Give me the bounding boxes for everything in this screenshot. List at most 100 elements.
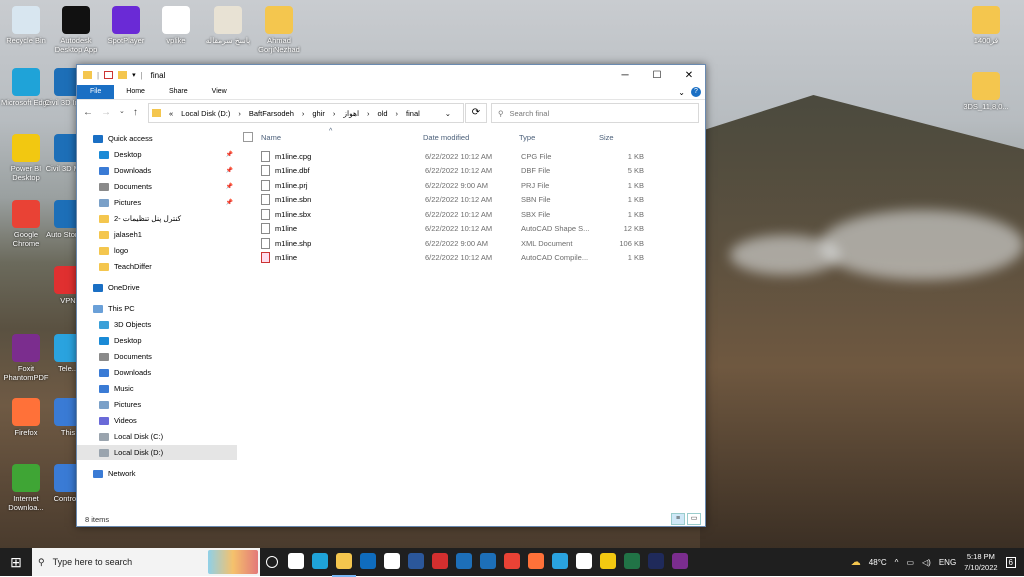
tab-view[interactable]: View <box>200 85 239 99</box>
pin-icon[interactable]: 📌 <box>226 199 233 206</box>
properties-icon[interactable] <box>104 71 114 79</box>
nav-item-videos-6[interactable]: Videos <box>77 413 237 428</box>
nav-item-local-disk-d-8[interactable]: Local Disk (D:) <box>77 445 237 460</box>
taskbar-app-icon[interactable] <box>476 547 500 575</box>
new-folder-icon[interactable] <box>118 71 128 79</box>
speaker-icon[interactable]: ◁) <box>922 558 931 567</box>
nav-item-downloads-1[interactable]: Downloads 📌 <box>77 163 237 178</box>
breadcrumb-old[interactable]: old <box>378 109 388 118</box>
nav-item-pictures-5[interactable]: Pictures <box>77 397 237 412</box>
taskbar-app-icon[interactable] <box>500 547 524 575</box>
title-bar[interactable]: | ▾ | final ─ ☐ ✕ <box>77 65 705 85</box>
nav-onedrive[interactable]: OneDrive <box>77 280 237 295</box>
nav-network[interactable]: Network <box>77 466 237 481</box>
pin-icon[interactable]: 📌 <box>226 151 233 158</box>
close-button[interactable]: ✕ <box>673 65 705 85</box>
nav-item-pictures-3[interactable]: Pictures 📌 <box>77 195 237 210</box>
column-header-name[interactable]: Name <box>261 129 281 145</box>
desktop-icon-autodesk-desktop-app[interactable]: Autodesk Desktop App <box>50 6 102 54</box>
file-row[interactable]: m1line 6/22/2022 10:12 AM AutoCAD Shape S.… <box>237 222 705 236</box>
show-hidden-icons-icon[interactable]: ^ <box>895 558 899 567</box>
chevron-right-icon[interactable]: › <box>367 109 370 118</box>
recent-locations-icon[interactable]: ⌄ <box>119 107 125 118</box>
minimize-button[interactable]: ─ <box>609 65 641 85</box>
nav-item-logo-6[interactable]: logo <box>77 243 237 258</box>
details-view-icon[interactable]: ≡ <box>671 513 685 525</box>
nav-item-music-4[interactable]: Music <box>77 381 237 396</box>
file-row[interactable]: m1line.cpg 6/22/2022 10:12 AM CPG File 1 KB <box>237 149 705 163</box>
refresh-button[interactable]: ⟳ <box>465 103 487 123</box>
large-icons-view-icon[interactable]: ▭ <box>687 513 701 525</box>
navigation-pane[interactable]: Quick access Desktop 📌 Downloads 📌 Documents 📌… <box>77 123 237 512</box>
weather-icon[interactable]: ☁ <box>851 557 861 568</box>
nav-item-desktop-1[interactable]: Desktop <box>77 333 237 348</box>
taskbar-app-icon[interactable] <box>548 547 572 575</box>
taskbar-app-icon[interactable] <box>452 547 476 575</box>
desktop-icon-1400[interactable]: فر1400 <box>960 6 1012 45</box>
desktop-icon-item[interactable]: پاسخ سرمقاله <box>202 6 254 45</box>
language-indicator[interactable]: ENG <box>939 558 956 567</box>
desktop-icon-recycle-bin[interactable]: Recycle Bin <box>0 6 52 45</box>
chevron-right-icon[interactable]: › <box>302 109 305 118</box>
tab-file[interactable]: File <box>77 85 115 99</box>
taskbar-app-icon[interactable] <box>404 547 428 575</box>
tab-home[interactable]: Home <box>114 85 157 99</box>
pin-icon[interactable]: 📌 <box>226 167 233 174</box>
address-dropdown-icon[interactable]: ⌄ <box>445 109 451 118</box>
nav-item-3d-objects-0[interactable]: 3D Objects <box>77 317 237 332</box>
expand-ribbon-icon[interactable]: ⌄ <box>678 88 685 97</box>
file-row[interactable]: m1line.prj 6/22/2022 9:00 AM PRJ File 1 KB <box>237 178 705 192</box>
taskbar-app-icon[interactable] <box>428 547 452 575</box>
nav-item-documents-2[interactable]: Documents <box>77 349 237 364</box>
taskbar-app-icon[interactable] <box>308 547 332 575</box>
start-button[interactable]: ⊞ <box>0 548 32 576</box>
column-header-type[interactable]: Type <box>519 129 535 145</box>
taskbar-app-icon[interactable] <box>332 547 356 577</box>
nav-item-2-4[interactable]: کنترل پنل تنظیمات -2 <box>77 211 237 226</box>
search-input[interactable]: ⚲ Search final <box>491 103 699 123</box>
search-highlight-image[interactable] <box>208 550 258 574</box>
forward-arrow-icon[interactable]: → <box>101 107 111 118</box>
nav-item-desktop-0[interactable]: Desktop 📌 <box>77 147 237 162</box>
file-row[interactable]: m1line.dbf 6/22/2022 10:12 AM DBF File 5 KB <box>237 164 705 178</box>
taskbar-search[interactable]: ⚲ Type here to search <box>32 548 260 576</box>
task-view-icon[interactable] <box>260 548 284 576</box>
up-arrow-icon[interactable]: ↑ <box>133 107 138 118</box>
taskbar-app-icon[interactable] <box>572 547 596 575</box>
taskbar-app-icon[interactable] <box>620 547 644 575</box>
breadcrumb-ghir[interactable]: ghir <box>312 109 325 118</box>
maximize-button[interactable]: ☐ <box>641 65 673 85</box>
pin-icon[interactable]: 📌 <box>226 183 233 190</box>
taskbar-app-icon[interactable] <box>644 547 668 575</box>
taskbar-app-icon[interactable] <box>596 547 620 575</box>
taskbar-app-icon[interactable] <box>284 547 308 575</box>
taskbar-app-icon[interactable] <box>524 547 548 575</box>
desktop-icon-vplike[interactable]: vplike <box>150 6 202 45</box>
customize-toolbar-icon[interactable]: ▾ <box>132 71 136 79</box>
taskbar-app-icon[interactable] <box>668 547 692 575</box>
clock[interactable]: 5:18 PM 7/10/2022 <box>964 551 997 573</box>
breadcrumb-local-disk-d[interactable]: Local Disk (D:) <box>181 109 230 118</box>
nav-item-documents-2[interactable]: Documents 📌 <box>77 179 237 194</box>
breadcrumb-baftfarsodeh[interactable]: BaftFarsodeh <box>249 109 294 118</box>
nav-item-downloads-3[interactable]: Downloads <box>77 365 237 380</box>
help-icon[interactable]: ? <box>691 87 701 97</box>
column-header-size[interactable]: Size <box>599 129 614 145</box>
taskbar-app-icon[interactable] <box>380 547 404 575</box>
file-row[interactable]: m1line 6/22/2022 10:12 AM AutoCAD Compile.… <box>237 251 705 265</box>
breadcrumb-ahvaz[interactable]: اهواز <box>343 109 359 118</box>
desktop-icon-3ds-11-8-0[interactable]: 3DS_11,8,0... <box>960 72 1012 111</box>
address-overflow[interactable]: « <box>169 109 173 118</box>
chevron-right-icon[interactable]: › <box>333 109 336 118</box>
weather-temp[interactable]: 48°C <box>869 558 887 567</box>
address-bar[interactable]: « Local Disk (D:) › BaftFarsodeh › ghir … <box>148 103 464 123</box>
desktop-icon-spotplayer[interactable]: SpotPlayer <box>100 6 152 45</box>
nav-item-jalaseh1-5[interactable]: jalaseh1 <box>77 227 237 242</box>
nav-quick-access[interactable]: Quick access <box>77 131 237 146</box>
tab-share[interactable]: Share <box>157 85 200 99</box>
nav-item-teachdiffer-7[interactable]: TeachDiffer <box>77 259 237 274</box>
nav-item-local-disk-c-7[interactable]: Local Disk (C:) <box>77 429 237 444</box>
notification-icon[interactable]: 6 <box>1005 556 1016 568</box>
file-row[interactable]: m1line.sbn 6/22/2022 10:12 AM SBN File 1 KB <box>237 193 705 207</box>
nav-this-pc[interactable]: This PC <box>77 301 237 316</box>
